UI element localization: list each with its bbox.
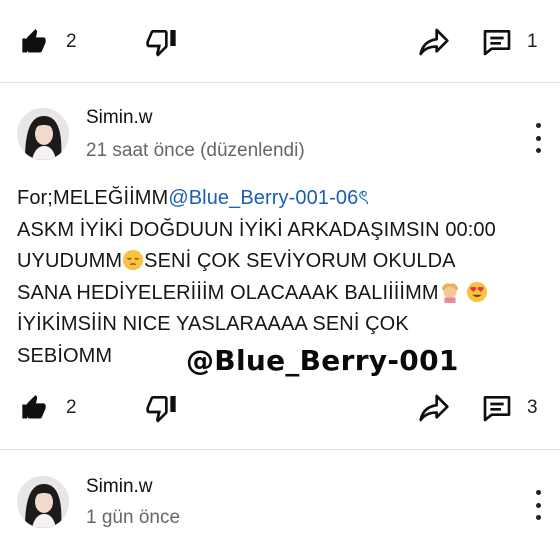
dislike-icon [146,396,176,423]
reply-count: 1 [527,31,538,52]
comment-author[interactable]: Simin.w [86,476,153,498]
share-icon [419,28,449,56]
share-button[interactable] [418,388,450,428]
mention-link[interactable]: @Blue_Berry-001-06ৎ [168,187,369,209]
watermark-text: @Blue_Berry-001 [186,344,459,377]
like-button[interactable]: 2 [20,388,77,428]
like-icon [22,395,46,419]
dislike-button[interactable] [145,22,177,62]
avatar[interactable] [17,476,69,528]
dislike-button[interactable] [145,388,177,428]
heart-eyes-face-icon [467,281,488,302]
reply-button[interactable]: 1 [481,22,538,62]
reply-icon [483,396,511,422]
more-options-icon[interactable] [528,490,548,520]
reply-button[interactable]: 3 [481,388,538,428]
comment-timestamp: 21 saat önce (düzenlendi) [86,140,305,161]
more-options-icon[interactable] [528,123,548,153]
like-icon [22,29,46,53]
like-count: 2 [66,397,77,418]
like-count: 2 [66,31,77,52]
share-button[interactable] [418,22,450,62]
like-button[interactable]: 2 [20,22,77,62]
comment-author[interactable]: Simin.w [86,107,153,129]
avatar[interactable] [17,108,69,160]
comment-timestamp: 1 gün önce [86,507,181,528]
comment-action-bar: 2 3 [0,388,560,428]
person-gesturing-ok-icon [441,282,458,303]
reply-count: 3 [527,397,538,418]
share-icon [419,394,449,422]
reply-icon [483,30,511,56]
top-action-bar: 2 1 [0,22,560,62]
dislike-icon [146,30,176,57]
pensive-face-icon [123,249,144,271]
comment-card: Simin.w 1 gün önce [0,450,560,560]
